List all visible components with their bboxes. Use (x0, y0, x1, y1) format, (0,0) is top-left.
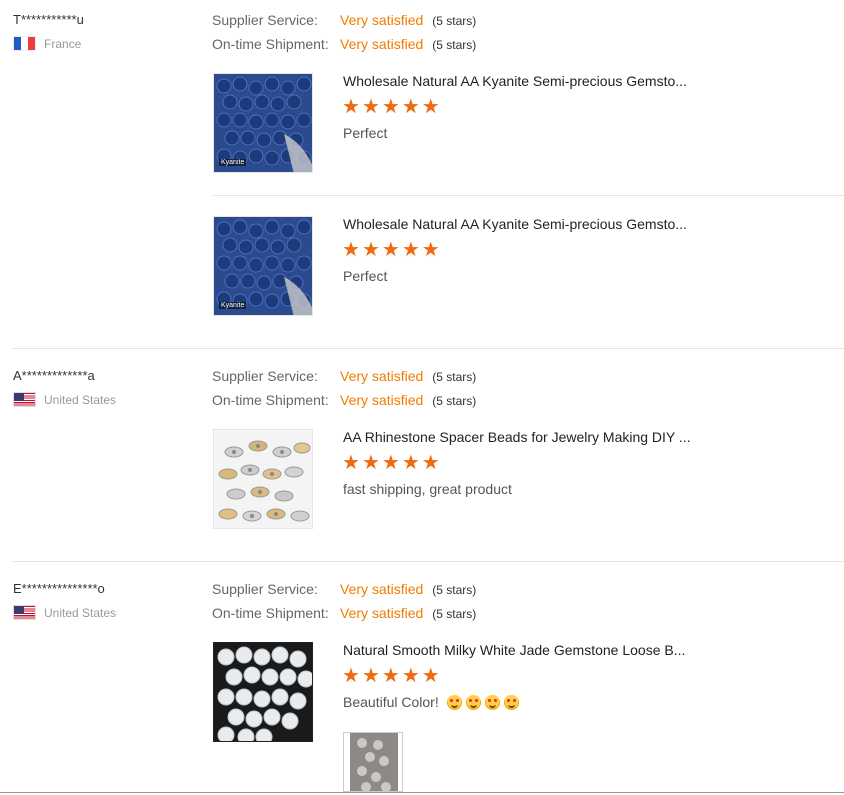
supplier-service-row: Supplier Service: Very satisfied (5 star… (212, 368, 476, 392)
shipment-stars: (5 stars) (432, 394, 477, 408)
review-divider (12, 348, 844, 349)
shipment-value: Very satisfied (340, 392, 424, 408)
reviewer-info: E***************o United States (13, 581, 116, 620)
star-icon: ★ (342, 239, 360, 261)
star-icon: ★ (421, 452, 440, 474)
supplier-service-value: Very satisfied (340, 368, 424, 384)
product-rating-stars: ★ ★ ★ ★ ★ (342, 666, 442, 686)
star-icon: ★ (381, 665, 400, 687)
shipment-stars: (5 stars) (432, 607, 477, 621)
review-comment-text: Beautiful Color! (343, 694, 439, 710)
star-icon: ★ (361, 665, 380, 687)
reviewer-info: A*************a United States (13, 368, 116, 407)
smiling-heart-eyes-icon (484, 695, 500, 710)
supplier-service-label: Supplier Service: (212, 368, 318, 384)
star-icon: ★ (421, 239, 440, 261)
star-icon: ★ (381, 96, 400, 118)
reviewer-name: E***************o (13, 581, 105, 596)
star-icon: ★ (342, 665, 360, 687)
star-icon: ★ (421, 96, 440, 118)
review-comment: Perfect (343, 268, 388, 284)
product-rating-stars: ★ ★ ★ ★ ★ (342, 453, 442, 473)
star-icon: ★ (361, 239, 380, 261)
supplier-service-value: Very satisfied (340, 581, 424, 597)
shipment-value: Very satisfied (340, 36, 424, 52)
supplier-service-stars: (5 stars) (432, 370, 477, 384)
supplier-service-value: Very satisfied (340, 12, 424, 28)
reviewer-name: T***********u (13, 12, 84, 27)
star-icon: ★ (381, 452, 400, 474)
white-jade-beads-image (214, 643, 312, 741)
shipment-stars: (5 stars) (432, 38, 477, 52)
supplier-service-row: Supplier Service: Very satisfied (5 star… (212, 12, 476, 36)
review-photo-attachment[interactable] (343, 732, 403, 792)
country-label: United States (44, 392, 117, 407)
service-ratings: Supplier Service: Very satisfied (5 star… (212, 368, 476, 416)
star-icon: ★ (401, 96, 420, 118)
star-icon: ★ (342, 96, 360, 118)
product-thumbnail[interactable]: Kyanite (213, 73, 313, 173)
rhinestone-beads-image (214, 430, 312, 528)
review-photo-image (344, 733, 402, 791)
reviewer-country: United States (13, 392, 116, 407)
flag-usa-icon (13, 605, 36, 620)
product-rating-stars: ★ ★ ★ ★ ★ (342, 240, 442, 260)
service-ratings: Supplier Service: Very satisfied (5 star… (212, 12, 476, 60)
supplier-service-row: Supplier Service: Very satisfied (5 star… (212, 581, 476, 605)
product-title-link[interactable]: Wholesale Natural AA Kyanite Semi-precio… (343, 73, 763, 89)
shipment-label: On-time Shipment: (212, 605, 329, 621)
product-thumbnail[interactable]: Kyanite (213, 216, 313, 316)
smiling-heart-eyes-icon (446, 695, 462, 710)
product-divider (213, 195, 844, 196)
product-title-link[interactable]: AA Rhinestone Spacer Beads for Jewelry M… (343, 429, 763, 445)
product-thumbnail[interactable] (213, 429, 313, 529)
product-thumbnail[interactable] (213, 642, 313, 742)
reviewer-info: T***********u France (13, 12, 84, 51)
supplier-service-stars: (5 stars) (432, 583, 477, 597)
review-comment: Beautiful Color! (343, 694, 519, 710)
product-rating-stars: ★ ★ ★ ★ ★ (342, 97, 442, 117)
shipment-row: On-time Shipment: Very satisfied (5 star… (212, 392, 476, 416)
shipment-label: On-time Shipment: (212, 392, 329, 408)
flag-usa-icon (13, 392, 36, 407)
smiling-heart-eyes-icon (503, 695, 519, 710)
supplier-service-label: Supplier Service: (212, 12, 318, 28)
country-label: United States (44, 605, 117, 620)
bottom-divider (0, 792, 844, 793)
image-tag: Kyanite (219, 302, 247, 309)
reviewer-country: United States (13, 605, 116, 620)
star-icon: ★ (401, 452, 420, 474)
image-tag: Kyanite (219, 159, 247, 166)
service-ratings: Supplier Service: Very satisfied (5 star… (212, 581, 476, 629)
review-divider (12, 561, 844, 562)
star-icon: ★ (342, 452, 360, 474)
reviewer-country: France (13, 36, 84, 51)
smiling-heart-eyes-icon (465, 695, 481, 710)
supplier-service-stars: (5 stars) (432, 14, 477, 28)
shipment-row: On-time Shipment: Very satisfied (5 star… (212, 36, 476, 60)
shipment-label: On-time Shipment: (212, 36, 329, 52)
product-title-link[interactable]: Natural Smooth Milky White Jade Gemstone… (343, 642, 763, 658)
star-icon: ★ (401, 665, 420, 687)
product-title-link[interactable]: Wholesale Natural AA Kyanite Semi-precio… (343, 216, 763, 232)
shipment-value: Very satisfied (340, 605, 424, 621)
shipment-row: On-time Shipment: Very satisfied (5 star… (212, 605, 476, 629)
review-comment: fast shipping, great product (343, 481, 512, 497)
country-label: France (44, 36, 82, 51)
star-icon: ★ (381, 239, 400, 261)
star-icon: ★ (401, 239, 420, 261)
reviewer-name: A*************a (13, 368, 95, 383)
star-icon: ★ (421, 665, 440, 687)
star-icon: ★ (361, 96, 380, 118)
review-comment: Perfect (343, 125, 388, 141)
flag-france-icon (13, 36, 36, 51)
supplier-service-label: Supplier Service: (212, 581, 318, 597)
star-icon: ★ (361, 452, 380, 474)
